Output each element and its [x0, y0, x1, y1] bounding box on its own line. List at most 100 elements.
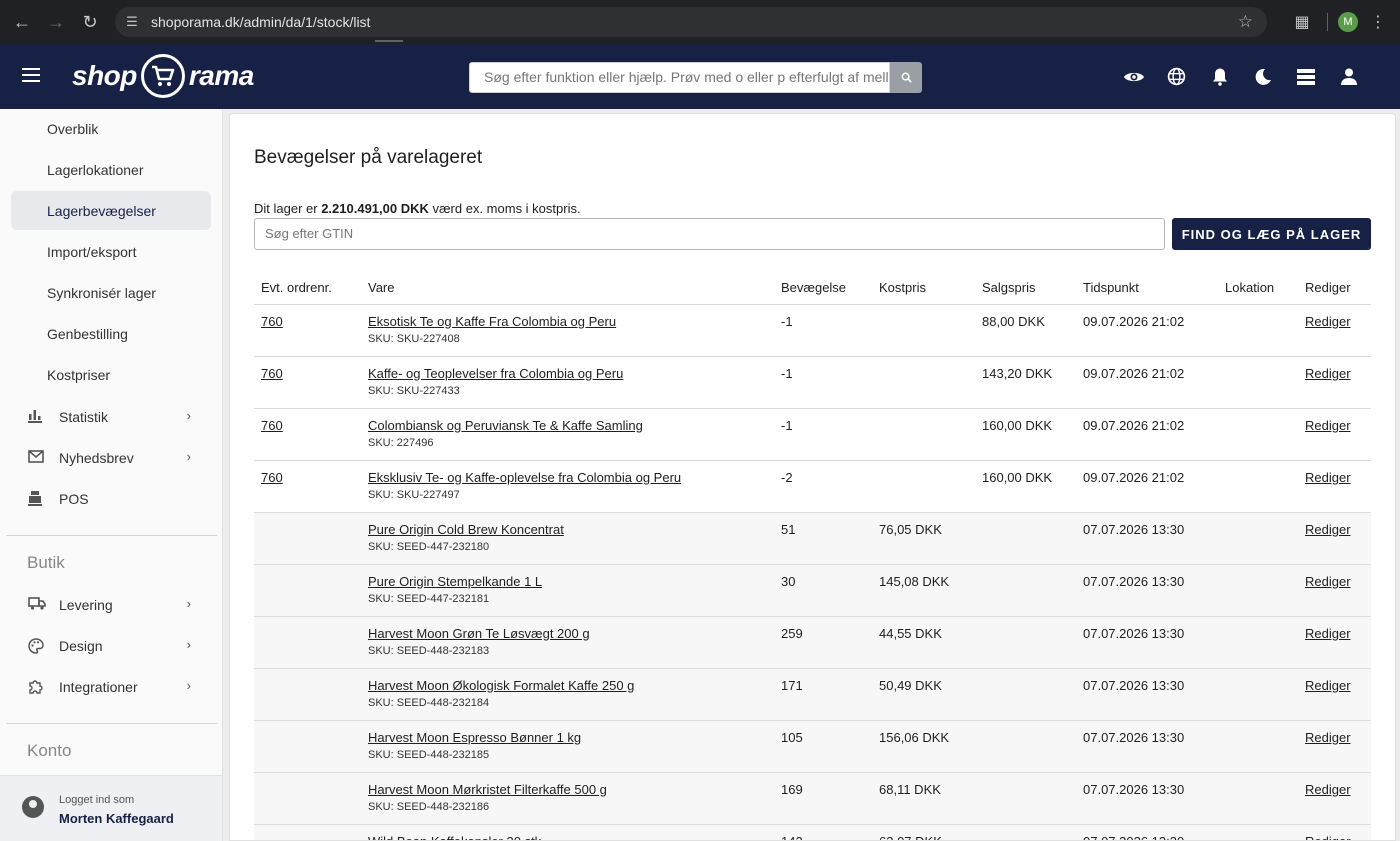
site-settings-icon[interactable]: ☰ [117, 14, 147, 30]
timestamp-cell: 07.07.2026 13:30 [1076, 564, 1218, 617]
location-cell [1218, 564, 1298, 617]
cost-price-cell: 68,11 DKK [872, 772, 975, 825]
edit-link[interactable]: Rediger [1305, 314, 1351, 329]
chevron-right-icon: › [186, 637, 191, 652]
sidebar-item-pos[interactable]: POS [11, 479, 211, 518]
back-icon[interactable]: ← [5, 5, 39, 39]
order-cell [254, 616, 361, 669]
product-cell: Harvest Moon Økologisk Formalet Kaffe 25… [361, 668, 774, 721]
product-link[interactable]: Harvest Moon Mørkristet Filterkaffe 500 … [368, 782, 607, 797]
sidebar-item-design[interactable]: Design › [11, 626, 211, 665]
sidebar-item-nyhedsbrev[interactable]: Nyhedsbrev › [11, 438, 211, 477]
order-link[interactable]: 760 [261, 366, 283, 381]
app-header: shop rama Søg efter funktion eller hjælp… [0, 44, 1400, 109]
sku-text: SKU: SKU-227497 [368, 488, 460, 501]
edit-link[interactable]: Rediger [1305, 470, 1351, 485]
sidebar-item-label: Design [59, 637, 103, 654]
movement-cell: 259 [774, 616, 872, 669]
product-link[interactable]: Harvest Moon Espresso Bønner 1 kg [368, 730, 581, 745]
sidebar-item-lagerbevaegelser[interactable]: Lagerbevægelser [11, 191, 211, 230]
logged-in-user[interactable]: Logget ind som Morten Kaffegaard [0, 775, 222, 841]
url-text[interactable]: shoporama.dk/admin/da/1/stock/list [151, 14, 370, 30]
sale-price-cell: 88,00 DKK [975, 304, 1076, 357]
edit-cell: Rediger [1298, 564, 1371, 617]
product-cell: Colombiansk og Peruviansk Te & Kaffe Sam… [361, 408, 774, 461]
product-link[interactable]: Harvest Moon Grøn Te Løsvægt 200 g [368, 626, 590, 641]
bookmark-star-icon[interactable]: ☆ [1238, 12, 1253, 32]
user-account-icon[interactable] [1327, 68, 1370, 85]
product-link[interactable]: Wild Bean Kaffekapsler 30 stk [368, 834, 541, 841]
edit-link[interactable]: Rediger [1305, 418, 1351, 433]
product-link[interactable]: Eksotisk Te og Kaffe Fra Colombia og Per… [368, 314, 616, 329]
sidebar-item-kostpriser[interactable]: Kostpriser [11, 355, 211, 394]
edit-link[interactable]: Rediger [1305, 782, 1351, 797]
shoporama-logo[interactable]: shop rama [72, 54, 254, 98]
chevron-right-icon: › [186, 596, 191, 611]
sidebar-item-statistik[interactable]: Statistik › [11, 397, 211, 436]
find-and-stock-button[interactable]: FIND OG LÆG PÅ LAGER [1172, 218, 1371, 250]
order-link[interactable]: 760 [261, 470, 283, 485]
sidebar-item-levering[interactable]: Levering › [11, 585, 211, 624]
sidebar-item-label: Lagerbevægelser [47, 202, 156, 219]
edit-link[interactable]: Rediger [1305, 730, 1351, 745]
stack-menu-icon[interactable] [1284, 68, 1327, 85]
browser-toolbar: ← → ↻ ☰ shoporama.dk/admin/da/1/stock/li… [0, 0, 1400, 44]
location-cell [1218, 512, 1298, 565]
order-link[interactable]: 760 [261, 314, 283, 329]
edit-link[interactable]: Rediger [1305, 678, 1351, 693]
menu-icon[interactable] [22, 68, 40, 86]
globe-icon[interactable] [1155, 67, 1198, 86]
order-cell: 760 [254, 408, 361, 461]
cost-price-cell [872, 460, 975, 513]
user-name: Morten Kaffegaard [59, 811, 174, 826]
extensions-icon[interactable]: ▦ [1287, 12, 1317, 32]
order-link[interactable]: 760 [261, 418, 283, 433]
column-header: Evt. ordrenr. [254, 271, 361, 305]
product-link[interactable]: Pure Origin Cold Brew Koncentrat [368, 522, 564, 537]
palette-icon [28, 638, 44, 657]
edit-link[interactable]: Rediger [1305, 626, 1351, 641]
product-link[interactable]: Pure Origin Stempelkande 1 L [368, 574, 542, 589]
browser-menu-icon[interactable]: ⋮ [1370, 12, 1386, 32]
edit-link[interactable]: Rediger [1305, 522, 1351, 537]
edit-link[interactable]: Rediger [1305, 574, 1351, 589]
product-link[interactable]: Harvest Moon Økologisk Formalet Kaffe 25… [368, 678, 634, 693]
reload-icon[interactable]: ↻ [73, 5, 107, 39]
product-link[interactable]: Colombiansk og Peruviansk Te & Kaffe Sam… [368, 418, 643, 433]
product-link[interactable]: Kaffe- og Teoplevelser fra Colombia og P… [368, 366, 623, 381]
sale-price-cell [975, 616, 1076, 669]
sidebar-item-synkroniser-lager[interactable]: Synkronisér lager [11, 273, 211, 312]
sku-text: SKU: SEED-448-232184 [368, 696, 490, 709]
product-cell: Harvest Moon Mørkristet Filterkaffe 500 … [361, 772, 774, 825]
sidebar-item-genbestilling[interactable]: Genbestilling [11, 314, 211, 353]
sidebar-item-overblik[interactable]: Overblik [11, 109, 211, 148]
preview-eye-icon[interactable] [1112, 70, 1155, 84]
profile-avatar[interactable]: M [1338, 12, 1358, 32]
forward-icon[interactable]: → [39, 5, 73, 39]
column-header: Salgspris [975, 271, 1076, 305]
product-link[interactable]: Eksklusiv Te- og Kaffe-oplevelse fra Col… [368, 470, 681, 485]
function-search-input[interactable]: Søg efter funktion eller hjælp. Prøv med… [469, 62, 890, 93]
edit-link[interactable]: Rediger [1305, 834, 1351, 841]
location-cell [1218, 668, 1298, 721]
sidebar-item-label: Integrationer [59, 678, 138, 695]
movement-cell: -1 [774, 356, 872, 409]
order-cell: 760 [254, 356, 361, 409]
address-bar[interactable]: ☰ shoporama.dk/admin/da/1/stock/list ☆ [115, 7, 1267, 37]
sidebar-item-lagerlokationer[interactable]: Lagerlokationer [11, 150, 211, 189]
gtin-search-input[interactable]: Søg efter GTIN [254, 218, 1165, 250]
sidebar-item-label: POS [59, 490, 89, 507]
dark-mode-moon-icon[interactable] [1241, 68, 1284, 86]
sidebar-divider [6, 723, 217, 724]
movement-cell: 105 [774, 720, 872, 773]
search-button[interactable] [890, 62, 922, 93]
sidebar-item-import-eksport[interactable]: Import/eksport [11, 232, 211, 271]
chevron-right-icon: › [186, 449, 191, 464]
cost-price-cell: 50,49 DKK [872, 668, 975, 721]
edit-link[interactable]: Rediger [1305, 366, 1351, 381]
sidebar-item-integrationer[interactable]: Integrationer › [11, 667, 211, 706]
location-cell [1218, 616, 1298, 669]
bell-icon[interactable] [1198, 67, 1241, 86]
edit-cell: Rediger [1298, 356, 1371, 409]
location-cell [1218, 824, 1298, 840]
